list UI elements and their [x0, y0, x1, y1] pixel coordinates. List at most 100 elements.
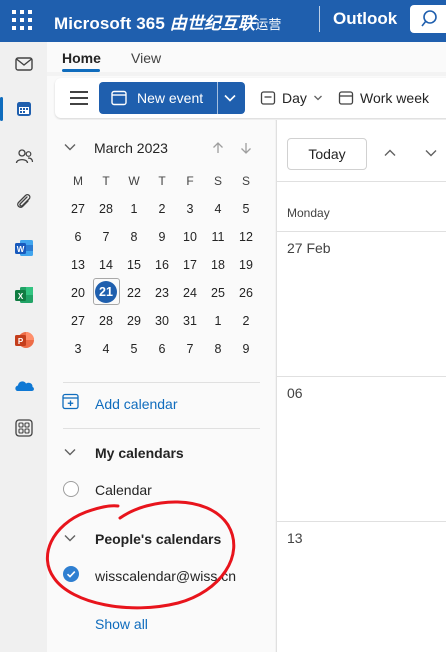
- calendar-day[interactable]: 27: [64, 308, 92, 334]
- calendar-day[interactable]: 28: [92, 196, 120, 222]
- checkmark-icon: [66, 571, 76, 578]
- calendar-day[interactable]: 26: [232, 280, 260, 306]
- calendar-day[interactable]: 7: [176, 336, 204, 362]
- arrow-up-icon[interactable]: [211, 141, 225, 155]
- people-icon[interactable]: [0, 136, 47, 176]
- tab-view[interactable]: View: [131, 50, 161, 66]
- calendar-day-today[interactable]: 21: [95, 281, 117, 303]
- excel-icon[interactable]: X: [0, 275, 47, 315]
- main-divider: [276, 231, 446, 232]
- calendar-day[interactable]: 8: [204, 336, 232, 362]
- calendar-day[interactable]: 12: [232, 224, 260, 250]
- work-week-button[interactable]: Work week: [360, 90, 429, 106]
- week-divider: [276, 376, 446, 377]
- calendar-day[interactable]: 10: [176, 224, 204, 250]
- week-date-label[interactable]: 13: [287, 530, 303, 546]
- calendar-day[interactable]: 24: [176, 280, 204, 306]
- attachment-icon[interactable]: [0, 182, 47, 222]
- brand-suffix: 由世纪互联: [169, 14, 256, 33]
- chevron-down-icon[interactable]: [63, 447, 77, 457]
- search-button[interactable]: [410, 5, 446, 33]
- calendar-day[interactable]: 27: [64, 196, 92, 222]
- chevron-down-icon[interactable]: [63, 533, 77, 543]
- svg-text:P: P: [17, 337, 23, 346]
- brand-title: Microsoft 365 由世纪互联运营: [54, 9, 281, 34]
- weekday-header: F: [186, 174, 194, 188]
- calendar-day[interactable]: 3: [64, 336, 92, 362]
- new-event-split: [217, 82, 218, 114]
- calendar-day[interactable]: 13: [64, 252, 92, 278]
- calendar-day[interactable]: 11: [204, 224, 232, 250]
- calendar-day[interactable]: 5: [232, 196, 260, 222]
- calendar-icon[interactable]: [0, 89, 47, 129]
- calendar-day[interactable]: 18: [204, 252, 232, 278]
- calendar-day[interactable]: 4: [204, 196, 232, 222]
- mini-calendar-month[interactable]: March 2023: [94, 140, 168, 156]
- calendar-day[interactable]: 28: [92, 308, 120, 334]
- new-event-button[interactable]: New event: [99, 82, 245, 114]
- search-icon: [421, 10, 437, 27]
- calendar-day[interactable]: 6: [148, 336, 176, 362]
- arrow-down-icon[interactable]: [239, 141, 253, 155]
- chevron-down-icon[interactable]: [223, 93, 237, 103]
- calendar-day[interactable]: 9: [232, 336, 260, 362]
- word-icon[interactable]: W: [0, 228, 47, 268]
- day-view-button[interactable]: Day: [282, 90, 307, 106]
- calendar-day[interactable]: 17: [176, 252, 204, 278]
- chevron-up-icon[interactable]: [383, 148, 397, 158]
- peoples-calendars-heading[interactable]: People's calendars: [95, 531, 221, 547]
- chevron-down-icon[interactable]: [313, 94, 323, 102]
- shared-calendar-toggle[interactable]: [63, 566, 79, 582]
- calendar-day[interactable]: 15: [120, 252, 148, 278]
- calendar-day[interactable]: 3: [176, 196, 204, 222]
- tab-home[interactable]: Home: [62, 50, 101, 66]
- shared-calendar-label[interactable]: wisscalendar@wiss.cn: [95, 568, 236, 584]
- onedrive-icon[interactable]: [0, 365, 47, 405]
- calendar-day[interactable]: 1: [120, 196, 148, 222]
- calendar-day[interactable]: 1: [204, 308, 232, 334]
- day-column-header: Monday: [287, 206, 330, 220]
- chevron-down-icon[interactable]: [424, 148, 438, 158]
- calendar-item-label[interactable]: Calendar: [95, 482, 152, 498]
- sidebar-divider: [63, 382, 260, 383]
- calendar-day[interactable]: 5: [120, 336, 148, 362]
- app-launcher-icon[interactable]: [12, 10, 32, 30]
- ribbon-tabs: [47, 42, 446, 72]
- calendar-day[interactable]: 6: [64, 224, 92, 250]
- calendar-day[interactable]: 4: [92, 336, 120, 362]
- new-event-label: New event: [137, 90, 204, 106]
- app-rail: W X P: [0, 42, 47, 652]
- today-button[interactable]: Today: [287, 138, 367, 170]
- calendar-day[interactable]: 31: [176, 308, 204, 334]
- calendar-day[interactable]: 9: [148, 224, 176, 250]
- calendar-day[interactable]: 16: [148, 252, 176, 278]
- show-all-link[interactable]: Show all: [95, 616, 148, 632]
- week-date-label[interactable]: 06: [287, 385, 303, 401]
- add-calendar-link[interactable]: Add calendar: [95, 396, 178, 412]
- my-calendars-heading[interactable]: My calendars: [95, 445, 184, 461]
- calendar-day[interactable]: 19: [232, 252, 260, 278]
- sidebar-divider: [63, 428, 260, 429]
- calendar-day[interactable]: 23: [148, 280, 176, 306]
- calendar-day[interactable]: 30: [148, 308, 176, 334]
- calendar-day[interactable]: 7: [92, 224, 120, 250]
- calendar-day[interactable]: 8: [120, 224, 148, 250]
- collapse-pane-icon[interactable]: [70, 91, 88, 105]
- powerpoint-icon[interactable]: P: [0, 320, 47, 360]
- new-event-icon: [111, 90, 127, 106]
- calendar-day[interactable]: 25: [204, 280, 232, 306]
- weekday-header: S: [241, 174, 250, 188]
- calendar-day[interactable]: 2: [148, 196, 176, 222]
- calendar-day[interactable]: 2: [232, 308, 260, 334]
- add-calendar-icon: [62, 393, 79, 410]
- svg-text:X: X: [17, 292, 23, 301]
- week-date-label[interactable]: 27 Feb: [287, 240, 331, 256]
- calendar-day[interactable]: 20: [64, 280, 92, 306]
- calendar-day[interactable]: 22: [120, 280, 148, 306]
- mail-icon[interactable]: [0, 44, 47, 84]
- calendar-day[interactable]: 29: [120, 308, 148, 334]
- more-apps-icon[interactable]: [0, 408, 47, 448]
- chevron-down-icon[interactable]: [63, 142, 77, 152]
- calendar-day[interactable]: 14: [92, 252, 120, 278]
- calendar-toggle[interactable]: [63, 481, 79, 497]
